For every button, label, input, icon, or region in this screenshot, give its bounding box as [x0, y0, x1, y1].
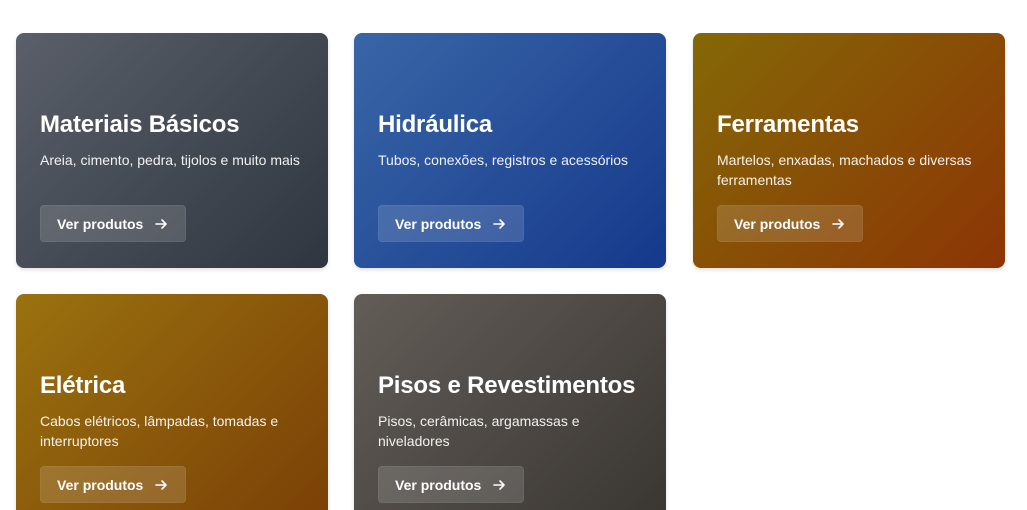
category-card-hidraulica[interactable]: Hidráulica Tubos, conexões, registros e …: [354, 33, 666, 268]
category-title: Pisos e Revestimentos: [378, 372, 636, 399]
category-grid: Materiais Básicos Areia, cimento, pedra,…: [0, 0, 1027, 510]
category-description: Cabos elétricos, lâmpadas, tomadas e int…: [40, 413, 279, 449]
category-card-materiais-basicos[interactable]: Materiais Básicos Areia, cimento, pedra,…: [16, 33, 328, 268]
button-label: Ver produtos: [734, 215, 821, 232]
ver-produtos-button[interactable]: Ver produtos: [40, 466, 187, 503]
category-card-eletrica[interactable]: Elétrica Cabos elétricos, lâmpadas, toma…: [16, 294, 328, 510]
category-card-pisos-revestimentos[interactable]: Pisos e Revestimentos Pisos, cerâmicas, …: [354, 294, 666, 510]
button-label: Ver produtos: [57, 215, 144, 232]
arrow-right-icon: [155, 218, 168, 229]
ver-produtos-button[interactable]: Ver produtos: [378, 466, 525, 503]
category-card-ferramentas[interactable]: Ferramentas Martelos, enxadas, machados …: [693, 33, 1005, 268]
arrow-right-icon: [493, 479, 506, 490]
category-description: Areia, cimento, pedra, tijolos e muito m…: [40, 152, 300, 168]
category-title: Ferramentas: [717, 111, 859, 138]
category-description: Martelos, enxadas, machados e diversas f…: [717, 152, 972, 188]
category-title: Materiais Básicos: [40, 111, 240, 138]
category-title: Hidráulica: [378, 111, 493, 138]
category-description: Tubos, conexões, registros e acessórios: [378, 152, 629, 168]
button-label: Ver produtos: [57, 476, 144, 493]
arrow-right-icon: [493, 218, 506, 229]
button-label: Ver produtos: [395, 476, 482, 493]
ver-produtos-button[interactable]: Ver produtos: [378, 205, 525, 242]
arrow-right-icon: [155, 479, 168, 490]
ver-produtos-button[interactable]: Ver produtos: [40, 205, 187, 242]
category-description: Pisos, cerâmicas, argamassas e nivelador…: [378, 413, 580, 449]
category-title: Elétrica: [40, 372, 126, 399]
arrow-right-icon: [832, 218, 845, 229]
ver-produtos-button[interactable]: Ver produtos: [717, 205, 864, 242]
button-label: Ver produtos: [395, 215, 482, 232]
